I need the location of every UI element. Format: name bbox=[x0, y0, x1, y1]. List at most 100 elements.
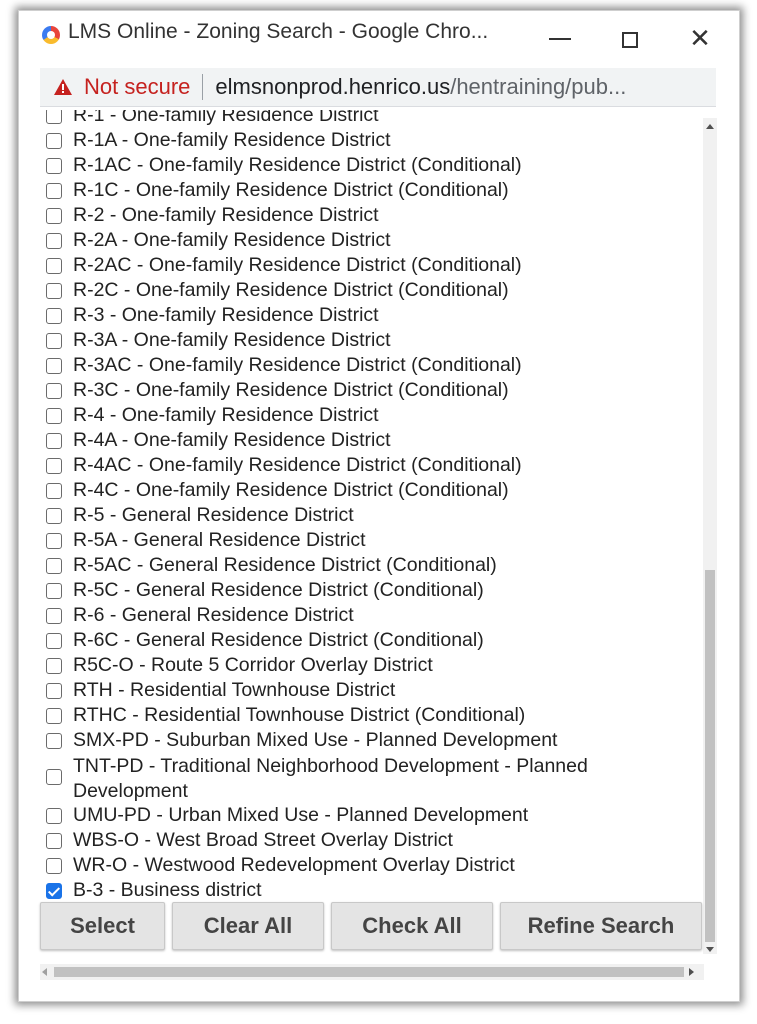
zoning-option-row[interactable]: R-2 - One-family Residence District bbox=[40, 204, 704, 229]
zoning-option-label: UMU-PD - Urban Mixed Use - Planned Devel… bbox=[73, 804, 529, 826]
zoning-option-row[interactable]: R-5 - General Residence District bbox=[40, 504, 704, 529]
address-bar[interactable]: Not secure elmsnonprod.henrico.us/hentra… bbox=[40, 68, 716, 107]
zoning-option-row[interactable]: R-3AC - One-family Residence District (C… bbox=[40, 354, 704, 379]
checkbox[interactable] bbox=[46, 383, 62, 399]
checkbox[interactable] bbox=[46, 158, 62, 174]
zoning-option-row[interactable]: R-3C - One-family Residence District (Co… bbox=[40, 379, 704, 404]
zoning-option-label: R-5A - General Residence District bbox=[73, 529, 366, 551]
security-status[interactable]: Not secure bbox=[84, 74, 190, 100]
zoning-option-row[interactable]: R-1A - One-family Residence District bbox=[40, 129, 704, 154]
warning-icon bbox=[52, 77, 74, 97]
zoning-option-row[interactable]: R-2A - One-family Residence District bbox=[40, 229, 704, 254]
checkbox[interactable] bbox=[46, 769, 62, 785]
zoning-option-label: TNT-PD - Traditional Neighborhood Develo… bbox=[73, 755, 588, 802]
checkbox[interactable] bbox=[46, 658, 62, 674]
vertical-scroll-thumb[interactable] bbox=[705, 570, 715, 942]
zoning-option-row[interactable]: B-3 - Business district bbox=[40, 879, 704, 900]
close-icon: ✕ bbox=[689, 23, 711, 53]
zoning-option-label: WBS-O - West Broad Street Overlay Distri… bbox=[73, 829, 453, 851]
zoning-option-row[interactable]: R-4C - One-family Residence District (Co… bbox=[40, 479, 704, 504]
checkbox[interactable] bbox=[46, 458, 62, 474]
checkbox[interactable] bbox=[46, 483, 62, 499]
zoning-option-label: R-4A - One-family Residence District bbox=[73, 429, 391, 451]
checkbox[interactable] bbox=[46, 258, 62, 274]
checkbox[interactable] bbox=[46, 508, 62, 524]
zoning-option-label: R-1AC - One-family Residence District (C… bbox=[73, 154, 522, 176]
checkbox[interactable] bbox=[46, 583, 62, 599]
zoning-option-label: R-1A - One-family Residence District bbox=[73, 129, 391, 151]
checkbox-checked[interactable] bbox=[46, 883, 62, 899]
zoning-option-row[interactable]: R-6C - General Residence District (Condi… bbox=[40, 629, 704, 654]
vertical-scrollbar[interactable] bbox=[703, 118, 717, 954]
checkbox[interactable] bbox=[46, 833, 62, 849]
zoning-option-label: SMX-PD - Suburban Mixed Use - Planned De… bbox=[73, 729, 558, 751]
checkbox[interactable] bbox=[46, 333, 62, 349]
zoning-options-panel: R-1 - One-family Residence District R-1A … bbox=[40, 110, 704, 900]
checkbox[interactable] bbox=[46, 533, 62, 549]
minimize-button[interactable] bbox=[540, 22, 580, 54]
checkbox[interactable] bbox=[46, 558, 62, 574]
checkbox[interactable] bbox=[46, 233, 62, 249]
checkbox[interactable] bbox=[46, 633, 62, 649]
checkbox[interactable] bbox=[46, 283, 62, 299]
checkbox[interactable] bbox=[46, 208, 62, 224]
horizontal-scroll-thumb[interactable] bbox=[54, 967, 684, 977]
zoning-option-row[interactable]: R-4A - One-family Residence District bbox=[40, 429, 704, 454]
url-text[interactable]: elmsnonprod.henrico.us/hentraining/pub..… bbox=[215, 74, 626, 100]
scroll-right-arrow-icon[interactable] bbox=[689, 968, 694, 976]
select-button[interactable]: Select bbox=[40, 902, 165, 950]
zoning-option-row[interactable]: R-5AC - General Residence District (Cond… bbox=[40, 554, 704, 579]
zoning-option-row[interactable]: WBS-O - West Broad Street Overlay Distri… bbox=[40, 829, 704, 854]
checkbox[interactable] bbox=[46, 858, 62, 874]
zoning-option-row[interactable]: TNT-PD - Traditional Neighborhood Develo… bbox=[40, 754, 704, 804]
checkbox[interactable] bbox=[46, 433, 62, 449]
horizontal-scrollbar[interactable] bbox=[40, 964, 704, 980]
zoning-option-row[interactable]: SMX-PD - Suburban Mixed Use - Planned De… bbox=[40, 729, 704, 754]
zoning-checkbox-list: R-1 - One-family Residence District R-1A … bbox=[40, 110, 704, 900]
zoning-option-row[interactable]: RTH - Residential Townhouse District bbox=[40, 679, 704, 704]
zoning-option-label: R-4AC - One-family Residence District (C… bbox=[73, 454, 522, 476]
window-title: LMS Online - Zoning Search - Google Chro… bbox=[68, 22, 489, 43]
scroll-down-arrow-icon[interactable] bbox=[706, 947, 714, 952]
zoning-option-row[interactable]: R-3A - One-family Residence District bbox=[40, 329, 704, 354]
checkbox[interactable] bbox=[46, 808, 62, 824]
zoning-option-row[interactable]: R-5A - General Residence District bbox=[40, 529, 704, 554]
checkbox[interactable] bbox=[46, 608, 62, 624]
zoning-option-row[interactable]: WR-O - Westwood Redevelopment Overlay Di… bbox=[40, 854, 704, 879]
close-button[interactable]: ✕ bbox=[680, 22, 716, 54]
checkbox[interactable] bbox=[46, 733, 62, 749]
zoning-option-row[interactable]: UMU-PD - Urban Mixed Use - Planned Devel… bbox=[40, 804, 704, 829]
zoning-option-row[interactable]: R-1 - One-family Residence District bbox=[40, 110, 704, 129]
title-bar: LMS Online - Zoning Search - Google Chro… bbox=[40, 22, 716, 58]
refine-search-button[interactable]: Refine Search bbox=[500, 902, 702, 950]
checkbox[interactable] bbox=[46, 683, 62, 699]
zoning-option-row[interactable]: R-2AC - One-family Residence District (C… bbox=[40, 254, 704, 279]
zoning-option-row[interactable]: R-6 - General Residence District bbox=[40, 604, 704, 629]
zoning-option-row[interactable]: R-4AC - One-family Residence District (C… bbox=[40, 454, 704, 479]
zoning-option-row[interactable]: R-2C - One-family Residence District (Co… bbox=[40, 279, 704, 304]
checkbox[interactable] bbox=[46, 708, 62, 724]
checkbox[interactable] bbox=[46, 308, 62, 324]
zoning-option-row[interactable]: R5C-O - Route 5 Corridor Overlay Distric… bbox=[40, 654, 704, 679]
clear-all-button[interactable]: Clear All bbox=[172, 902, 324, 950]
checkbox[interactable] bbox=[46, 408, 62, 424]
maximize-button[interactable] bbox=[610, 22, 650, 54]
zoning-option-row[interactable]: R-3 - One-family Residence District bbox=[40, 304, 704, 329]
check-all-button[interactable]: Check All bbox=[331, 902, 493, 950]
scroll-up-arrow-icon[interactable] bbox=[706, 124, 714, 129]
checkbox[interactable] bbox=[46, 358, 62, 374]
minimize-icon bbox=[549, 38, 571, 40]
checkbox[interactable] bbox=[46, 183, 62, 199]
zoning-option-row[interactable]: RTHC - Residential Townhouse District (C… bbox=[40, 704, 704, 729]
zoning-option-label: R-5 - General Residence District bbox=[73, 504, 354, 526]
scroll-left-arrow-icon[interactable] bbox=[42, 968, 47, 976]
zoning-option-row[interactable]: R-1C - One-family Residence District (Co… bbox=[40, 179, 704, 204]
zoning-option-label: R-1 - One-family Residence District bbox=[73, 110, 379, 126]
checkbox[interactable] bbox=[46, 110, 62, 124]
zoning-option-row[interactable]: R-1AC - One-family Residence District (C… bbox=[40, 154, 704, 179]
checkbox[interactable] bbox=[46, 133, 62, 149]
zoning-option-row[interactable]: R-5C - General Residence District (Condi… bbox=[40, 579, 704, 604]
zoning-option-row[interactable]: R-4 - One-family Residence District bbox=[40, 404, 704, 429]
zoning-option-label: R-4C - One-family Residence District (Co… bbox=[73, 479, 509, 501]
zoning-option-label: R-4 - One-family Residence District bbox=[73, 404, 379, 426]
